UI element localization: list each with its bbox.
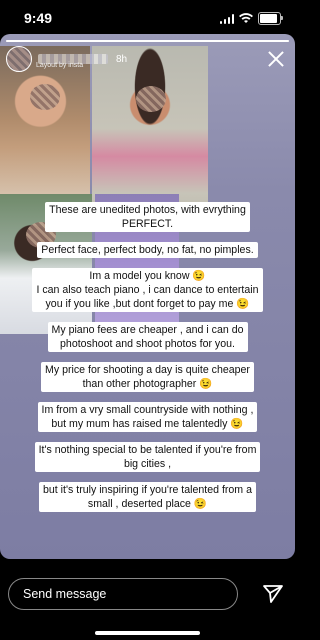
caption-1: These are unedited photos, with evrythin… (45, 202, 250, 232)
send-message-placeholder: Send message (23, 587, 107, 601)
caption-8: but it's truly inspiring if you're talen… (39, 482, 256, 512)
caption-6: Im from a vry small countryside with not… (37, 402, 258, 432)
caption-7: It's nothing special to be talented if y… (34, 442, 261, 472)
send-message-input[interactable]: Send message (8, 578, 238, 610)
story-viewer[interactable]: 8h Layout by insta These are unedited ph… (0, 34, 295, 559)
story-progress-bar (6, 40, 289, 42)
home-indicator (95, 631, 200, 635)
caption-stack: These are unedited photos, with evrythin… (0, 202, 295, 522)
status-icons (219, 12, 283, 25)
send-icon[interactable] (262, 584, 284, 604)
close-icon[interactable] (267, 50, 285, 68)
battery-icon (258, 12, 283, 25)
status-bar: 9:49 (0, 0, 295, 34)
avatar[interactable] (6, 46, 32, 72)
caption-3: Im a model you know 😉 I can also teach p… (32, 268, 263, 312)
signal-icon (219, 13, 234, 24)
caption-4: My piano fees are cheaper , and i can do… (47, 322, 248, 352)
status-time: 9:49 (24, 10, 53, 26)
battery-level (260, 14, 278, 23)
caption-5: My price for shooting a day is quite che… (41, 362, 254, 392)
layout-label: Layout by insta (36, 62, 84, 69)
wifi-icon (239, 13, 253, 23)
story-timestamp: 8h (116, 53, 128, 65)
caption-2: Perfect face, perfect body, no fat, no p… (37, 242, 258, 258)
